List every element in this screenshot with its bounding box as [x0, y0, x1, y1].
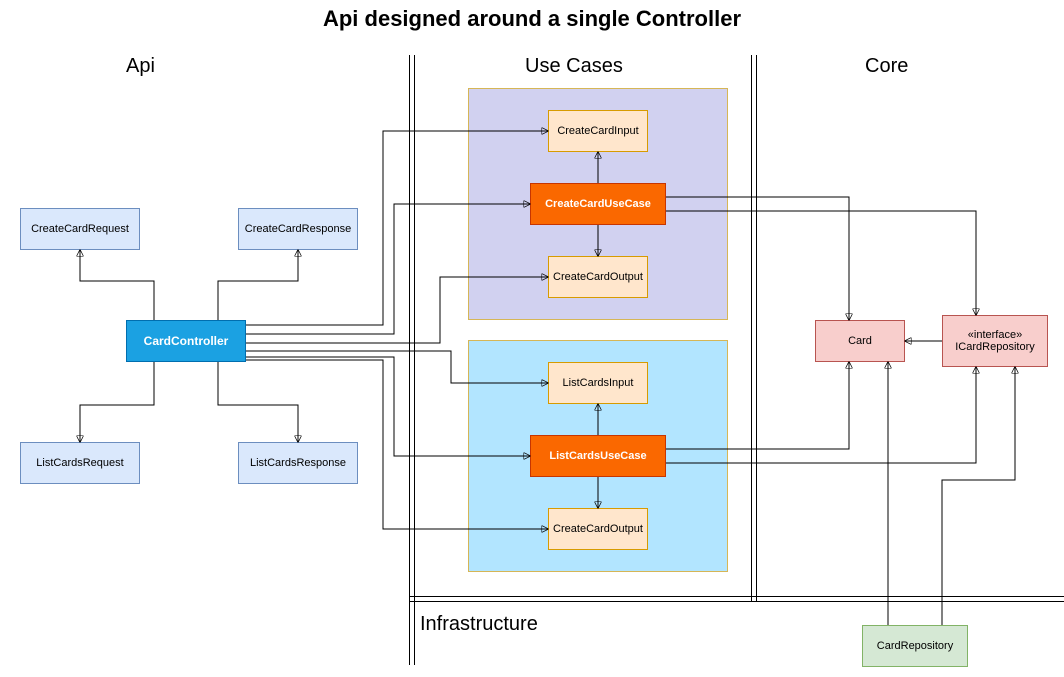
box-list-cards-input: ListCardsInput [548, 362, 648, 404]
box-list-cards-request: ListCardsRequest [20, 442, 140, 484]
box-card-repository: CardRepository [862, 625, 968, 667]
box-card-controller: CardController [126, 320, 246, 362]
box-create-card-output-1: CreateCardOutput [548, 256, 648, 298]
divider-right-2 [756, 55, 757, 601]
box-create-card-response: CreateCardResponse [238, 208, 358, 250]
box-create-card-use-case: CreateCardUseCase [530, 183, 666, 225]
divider-right-1 [751, 55, 752, 601]
box-list-cards-use-case: ListCardsUseCase [530, 435, 666, 477]
section-label-core: Core [865, 55, 908, 78]
diagram-title: Api designed around a single Controller [0, 6, 1064, 32]
box-create-card-input: CreateCardInput [548, 110, 648, 152]
box-create-card-output-2: CreateCardOutput [548, 508, 648, 550]
section-label-api: Api [126, 55, 155, 78]
box-icard-repository: «interface» ICardRepository [942, 315, 1048, 367]
divider-left-2 [414, 55, 415, 665]
box-card: Card [815, 320, 905, 362]
divider-infra-1 [409, 596, 1064, 597]
section-label-infrastructure: Infrastructure [420, 613, 538, 636]
box-list-cards-response: ListCardsResponse [238, 442, 358, 484]
divider-left-1 [409, 55, 410, 665]
divider-infra-2 [409, 601, 1064, 602]
diagram-canvas: Api designed around a single Controller … [0, 0, 1064, 677]
box-create-card-request: CreateCardRequest [20, 208, 140, 250]
section-label-usecases: Use Cases [525, 55, 623, 78]
